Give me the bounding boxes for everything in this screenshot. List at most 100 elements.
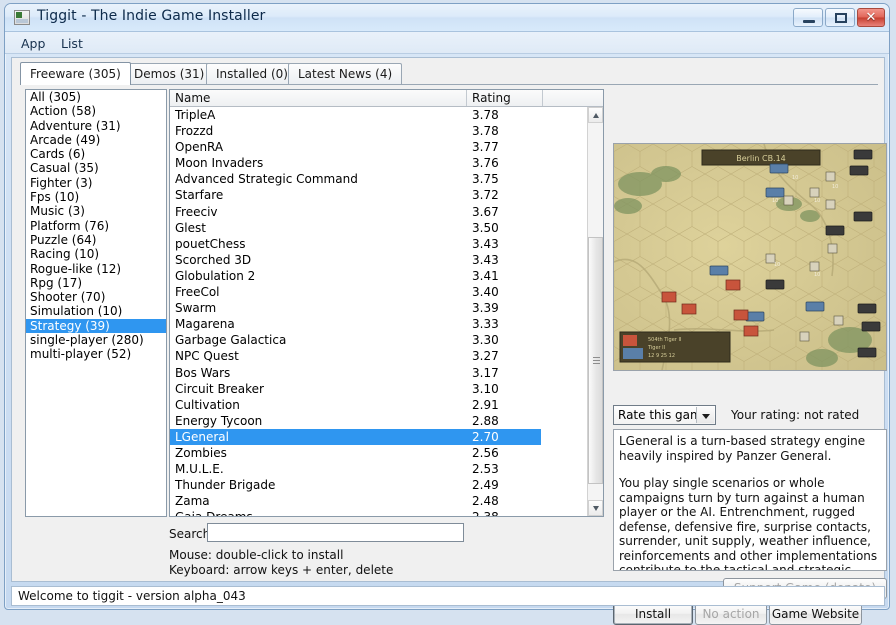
- category-item[interactable]: Action (58): [26, 104, 166, 118]
- table-row[interactable]: M.U.L.E. 2.53: [170, 461, 586, 477]
- table-row[interactable]: Garbage Galactica 3.30: [170, 332, 586, 348]
- table-row[interactable]: OpenRA 3.77: [170, 139, 586, 155]
- game-rating: 2.49: [472, 478, 499, 493]
- game-name: Garbage Galactica: [175, 333, 287, 348]
- minimize-icon: [803, 20, 815, 23]
- menu-item-app[interactable]: App: [15, 35, 51, 52]
- category-list[interactable]: All (305) Action (58) Adventure (31) Arc…: [25, 89, 167, 517]
- game-website-button[interactable]: Game Website: [769, 603, 862, 625]
- column-header-blank[interactable]: [543, 90, 587, 106]
- game-name: Moon Invaders: [175, 156, 264, 171]
- search-input[interactable]: [207, 523, 464, 542]
- scroll-up-button[interactable]: [588, 107, 603, 123]
- table-row[interactable]: Thunder Brigade 2.49: [170, 477, 586, 493]
- game-name: LGeneral: [175, 429, 229, 444]
- scrollbar-thumb[interactable]: [588, 237, 603, 484]
- category-item[interactable]: Simulation (10): [26, 304, 166, 318]
- table-row[interactable]: pouetChess 3.43: [170, 236, 586, 252]
- table-row[interactable]: TripleA 3.78: [170, 107, 586, 123]
- game-rating: 2.91: [472, 397, 499, 412]
- tab-installed[interactable]: Installed (0): [206, 63, 298, 84]
- menu-item-list[interactable]: List: [55, 35, 89, 52]
- search-row: Search:: [169, 523, 604, 545]
- category-item[interactable]: Platform (76): [26, 219, 166, 233]
- category-item[interactable]: Racing (10): [26, 247, 166, 261]
- table-row[interactable]: Freeciv 3.67: [170, 204, 586, 220]
- table-row[interactable]: Circuit Breaker 3.10: [170, 381, 586, 397]
- category-item[interactable]: Casual (35): [26, 161, 166, 175]
- game-name: Circuit Breaker: [175, 381, 264, 396]
- game-list[interactable]: Name Rating TripleA 3.78 Frozzd 3.78 OpenR…: [169, 89, 604, 517]
- table-row[interactable]: Starfare 3.72: [170, 187, 586, 203]
- table-row[interactable]: Magarena 3.33: [170, 316, 586, 332]
- title-bar: Tiggit - The Indie Game Installer ✕: [5, 4, 889, 32]
- game-name: TripleA: [175, 108, 216, 122]
- tab-freeware[interactable]: Freeware (305): [20, 62, 131, 85]
- game-name: Cultivation: [175, 397, 240, 412]
- table-row[interactable]: Energy Tycoon 2.88: [170, 413, 586, 429]
- table-row[interactable]: Bos Wars 3.17: [170, 365, 586, 381]
- client-area: Freeware (305) Demos (31) Installed (0) …: [11, 57, 887, 625]
- no-action-button[interactable]: No action: [695, 603, 767, 625]
- category-item[interactable]: Adventure (31): [26, 119, 166, 133]
- screenshot-image: Berlin CB.14 1010 1010 1010 504th Tiger …: [614, 144, 886, 370]
- category-item[interactable]: Fps (10): [26, 190, 166, 204]
- table-row-selected[interactable]: LGeneral 2.70: [170, 428, 541, 445]
- category-item[interactable]: Fighter (3): [26, 176, 166, 190]
- game-name: Zama: [175, 494, 210, 509]
- table-row[interactable]: NPC Quest 3.27: [170, 348, 586, 364]
- table-row[interactable]: Zombies 2.56: [170, 445, 586, 461]
- table-row[interactable]: Advanced Strategic Command 3.75: [170, 171, 586, 187]
- svg-text:504th Tiger II: 504th Tiger II: [648, 337, 681, 343]
- table-row[interactable]: Globulation 2 3.41: [170, 268, 586, 284]
- minimize-button[interactable]: [793, 8, 823, 27]
- game-list-scrollbar[interactable]: [587, 107, 603, 516]
- table-row[interactable]: Cultivation 2.91: [170, 397, 586, 413]
- game-rating: 2.48: [472, 494, 499, 509]
- table-row[interactable]: FreeCol 3.40: [170, 284, 586, 300]
- category-item[interactable]: Puzzle (64): [26, 233, 166, 247]
- grip-icon: [593, 356, 600, 365]
- tab-underline: [20, 84, 878, 85]
- column-header-name[interactable]: Name: [170, 90, 467, 106]
- game-description: LGeneral is a turn-based strategy engine…: [613, 429, 887, 571]
- category-item[interactable]: single-player (280): [26, 333, 166, 347]
- chevron-down-icon[interactable]: [696, 407, 714, 423]
- game-rating: 3.30: [472, 333, 499, 348]
- table-row[interactable]: Glest 3.50: [170, 220, 586, 236]
- category-item[interactable]: Arcade (49): [26, 133, 166, 147]
- table-row[interactable]: Swarm 3.39: [170, 300, 586, 316]
- category-item[interactable]: All (305): [26, 90, 166, 104]
- table-row[interactable]: Frozzd 3.78: [170, 123, 586, 139]
- scroll-down-button[interactable]: [588, 500, 603, 516]
- svg-text:10: 10: [774, 262, 780, 268]
- table-row[interactable]: Scorched 3D 3.43: [170, 252, 586, 268]
- category-item[interactable]: Cards (6): [26, 147, 166, 161]
- game-rating: 3.78: [472, 124, 499, 139]
- svg-text:10: 10: [814, 272, 820, 278]
- category-item[interactable]: Shooter (70): [26, 290, 166, 304]
- category-item-strategy[interactable]: Strategy (39): [26, 318, 166, 334]
- category-item[interactable]: Music (3): [26, 204, 166, 218]
- game-rating: 2.53: [472, 462, 499, 477]
- svg-text:10: 10: [814, 198, 820, 204]
- install-button[interactable]: Install: [613, 603, 693, 625]
- svg-text:10: 10: [792, 175, 798, 181]
- tab-demos[interactable]: Demos (31): [124, 63, 215, 84]
- table-row[interactable]: Zama 2.48: [170, 493, 586, 509]
- game-name: Energy Tycoon: [175, 413, 263, 428]
- hint-mouse: Mouse: double-click to install: [169, 548, 344, 562]
- tab-latest-news[interactable]: Latest News (4): [288, 63, 403, 84]
- table-row[interactable]: Moon Invaders 3.76: [170, 155, 586, 171]
- game-name: Swarm: [175, 301, 217, 316]
- maximize-button[interactable]: [825, 8, 855, 27]
- category-item[interactable]: Rogue-like (12): [26, 262, 166, 276]
- rate-this-game-dropdown[interactable]: Rate this game: [613, 405, 716, 425]
- game-rating: 3.27: [472, 349, 499, 364]
- table-row[interactable]: Gaia Dreams 2.38: [170, 509, 586, 516]
- category-item[interactable]: Rpg (17): [26, 276, 166, 290]
- category-item[interactable]: multi-player (52): [26, 347, 166, 361]
- close-button[interactable]: ✕: [857, 8, 885, 27]
- column-header-rating[interactable]: Rating: [467, 90, 543, 106]
- svg-text:12 9 25 12: 12 9 25 12: [648, 353, 675, 359]
